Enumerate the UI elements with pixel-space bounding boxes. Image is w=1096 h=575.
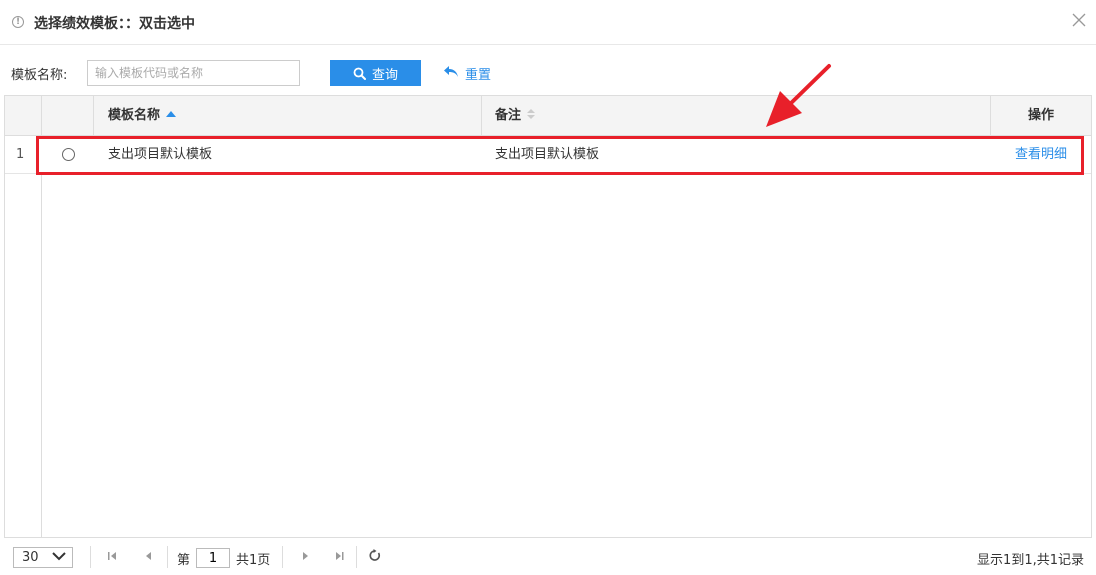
pagination-bar: 30 第 共1页 显示1到1,共1记录 (0, 538, 1096, 575)
refresh-icon[interactable] (368, 549, 381, 566)
record-count-info: 显示1到1,共1记录 (977, 553, 1084, 568)
table-row[interactable]: 1 支出项目默认模板 支出项目默认模板 查看明细 (5, 136, 1091, 174)
template-search-input[interactable] (87, 60, 300, 86)
current-page-input[interactable] (196, 548, 230, 568)
page-size-value: 30 (22, 550, 39, 565)
page-size-select[interactable]: 30 (13, 547, 73, 568)
view-detail-link[interactable]: 查看明细 (991, 136, 1091, 173)
next-page-icon[interactable] (300, 550, 312, 566)
row-number: 1 (16, 147, 25, 162)
row-remark: 支出项目默认模板 (495, 147, 600, 162)
search-button-label: 查询 (371, 66, 398, 82)
header-remark[interactable]: 备注 (482, 96, 991, 135)
header-select (42, 96, 94, 135)
header-remark-label: 备注 (495, 108, 522, 123)
undo-arrow-icon (443, 65, 459, 82)
dialog-titlebar: ! 选择绩效模板：：双击选中 (0, 0, 1096, 45)
search-icon (353, 67, 366, 80)
template-grid: 模板名称 备注 操作 1 支出项目默认模板 支出项目默认模板 查看明细 (4, 95, 1092, 538)
divider (282, 546, 283, 568)
search-button[interactable]: 查询 (330, 60, 421, 86)
close-icon[interactable] (1070, 11, 1088, 29)
template-name-label: 模板名称: (11, 68, 68, 83)
divider (167, 546, 168, 568)
dialog-title: 选择绩效模板：：双击选中 (34, 16, 195, 32)
chevron-down-icon (52, 550, 66, 565)
page-prefix-label: 第 (177, 553, 191, 568)
grid-header: 模板名称 备注 操作 (5, 96, 1091, 136)
row-select-radio[interactable] (62, 148, 75, 161)
rownum-column-divider (5, 174, 42, 538)
header-action: 操作 (1027, 108, 1054, 123)
last-page-icon[interactable] (333, 550, 345, 566)
search-bar: 模板名称: 查询 重置 (0, 45, 1096, 95)
header-template-name[interactable]: 模板名称 (94, 96, 482, 135)
divider (90, 546, 91, 568)
sort-neutral-icon (527, 108, 536, 119)
header-template-name-label: 模板名称 (108, 108, 161, 123)
sort-ascending-icon (166, 110, 177, 117)
total-pages-label: 共1页 (236, 553, 271, 568)
previous-page-icon[interactable] (142, 550, 154, 566)
reset-button[interactable]: 重置 (443, 63, 491, 83)
header-rownum (5, 96, 42, 135)
divider (356, 546, 357, 568)
first-page-icon[interactable] (107, 550, 119, 566)
row-template-name: 支出项目默认模板 (108, 147, 213, 162)
info-circle-icon: ! (12, 16, 24, 28)
reset-button-label: 重置 (465, 67, 492, 83)
